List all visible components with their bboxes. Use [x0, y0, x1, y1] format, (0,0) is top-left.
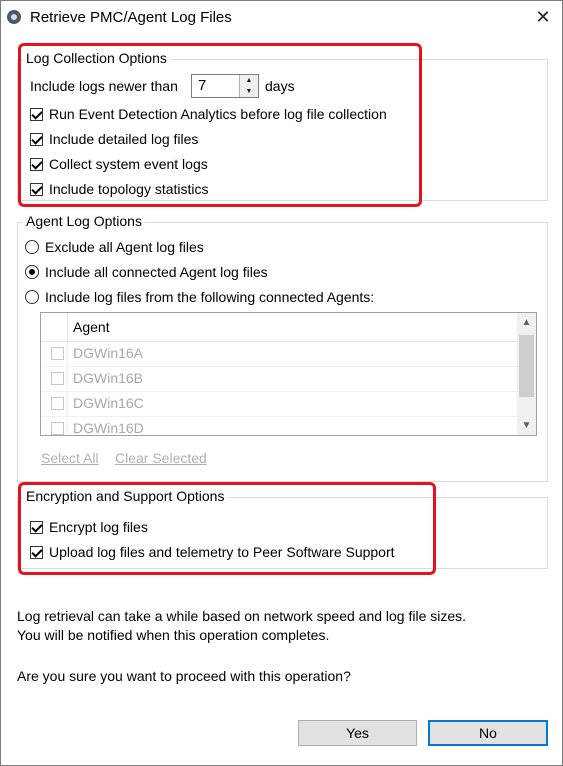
upload-logs-checkbox[interactable]: Upload log files and telemetry to Peer S…	[30, 542, 395, 562]
scroll-up-arrow-icon[interactable]: ▲	[517, 313, 536, 332]
agent-column-header[interactable]: Agent	[73, 319, 110, 335]
table-row: DGWin16A	[41, 341, 517, 367]
column-divider	[67, 366, 68, 391]
days-label: days	[265, 78, 295, 94]
agent-checkbox[interactable]	[51, 372, 64, 385]
agent-checkbox[interactable]	[51, 347, 64, 360]
agent-table-header: Agent	[41, 313, 517, 342]
close-button[interactable]: ✕	[525, 1, 561, 33]
checkbox-label: Include topology statistics	[49, 181, 209, 197]
agent-checkbox[interactable]	[51, 422, 64, 435]
agent-name: DGWin16B	[73, 370, 144, 386]
checkbox-label: Collect system event logs	[49, 156, 208, 172]
column-divider	[67, 341, 68, 366]
radio-icon[interactable]	[25, 240, 39, 254]
checkbox-icon[interactable]	[30, 520, 43, 534]
include-logs-label: Include logs newer than	[30, 78, 178, 94]
radio-label: Exclude all Agent log files	[45, 239, 204, 255]
checkbox-label: Upload log files and telemetry to Peer S…	[49, 544, 395, 560]
clear-selected-link[interactable]: Clear Selected	[115, 450, 207, 466]
vertical-scrollbar[interactable]: ▲ ▼	[517, 313, 536, 435]
topology-statistics-checkbox[interactable]: Include topology statistics	[30, 179, 209, 199]
checkbox-icon[interactable]	[30, 182, 43, 196]
radio-icon[interactable]	[25, 265, 39, 279]
table-row: DGWin16D	[41, 416, 517, 436]
column-divider	[67, 416, 68, 435]
agent-name: DGWin16D	[73, 420, 144, 436]
agent-log-legend: Agent Log Options	[23, 213, 145, 229]
checkbox-label: Include detailed log files	[49, 131, 199, 147]
agent-table: Agent DGWin16A DGWin16B DGWin16C DGWin16…	[40, 312, 537, 436]
checkbox-label: Encrypt log files	[49, 519, 148, 535]
title-bar: Retrieve PMC/Agent Log Files ✕	[1, 1, 562, 33]
include-logs-row: Include logs newer than	[30, 76, 178, 96]
exclude-agents-radio[interactable]: Exclude all Agent log files	[25, 237, 204, 257]
agent-name: DGWin16C	[73, 395, 144, 411]
column-divider	[67, 313, 68, 341]
spin-down-arrow-icon[interactable]: ▼	[239, 86, 258, 97]
run-analytics-checkbox[interactable]: Run Event Detection Analytics before log…	[30, 104, 387, 124]
include-selected-agents-radio[interactable]: Include log files from the following con…	[25, 287, 374, 307]
log-collection-legend: Log Collection Options	[23, 50, 170, 66]
detailed-logs-checkbox[interactable]: Include detailed log files	[30, 129, 198, 149]
select-all-link[interactable]: Select All	[41, 450, 99, 466]
days-label-row: days	[265, 76, 295, 96]
no-button[interactable]: No	[428, 720, 548, 746]
checkbox-icon[interactable]	[30, 132, 43, 146]
table-row: DGWin16B	[41, 366, 517, 392]
radio-label: Include all connected Agent log files	[45, 264, 268, 280]
agent-checkbox[interactable]	[51, 397, 64, 410]
radio-label: Include log files from the following con…	[45, 289, 375, 305]
include-all-agents-radio[interactable]: Include all connected Agent log files	[25, 262, 268, 282]
checkbox-label: Run Event Detection Analytics before log…	[49, 106, 387, 122]
system-event-logs-checkbox[interactable]: Collect system event logs	[30, 154, 208, 174]
column-divider	[67, 391, 68, 416]
confirmation-question: Are you sure you want to proceed with th…	[17, 668, 351, 684]
encrypt-logs-checkbox[interactable]: Encrypt log files	[30, 517, 148, 537]
app-logo-icon	[7, 10, 21, 24]
agent-name: DGWin16A	[73, 345, 144, 361]
checkbox-icon[interactable]	[30, 107, 43, 121]
days-value[interactable]: 7	[198, 77, 206, 94]
checkbox-icon[interactable]	[30, 157, 43, 171]
window-title: Retrieve PMC/Agent Log Files	[30, 9, 232, 26]
scroll-down-arrow-icon[interactable]: ▼	[517, 416, 536, 435]
table-row: DGWin16C	[41, 391, 517, 417]
checkbox-icon[interactable]	[30, 545, 43, 559]
scrollbar-thumb[interactable]	[519, 335, 534, 397]
encryption-legend: Encryption and Support Options	[23, 488, 228, 504]
yes-button[interactable]: Yes	[298, 720, 417, 746]
days-spinner[interactable]: 7 ▲ ▼	[191, 74, 259, 98]
dialog-window: Retrieve PMC/Agent Log Files ✕ Log Colle…	[0, 0, 563, 766]
message-line-1: Log retrieval can take a while based on …	[17, 608, 467, 624]
message-line-2: You will be notified when this operation…	[17, 627, 330, 643]
radio-icon[interactable]	[25, 290, 39, 304]
